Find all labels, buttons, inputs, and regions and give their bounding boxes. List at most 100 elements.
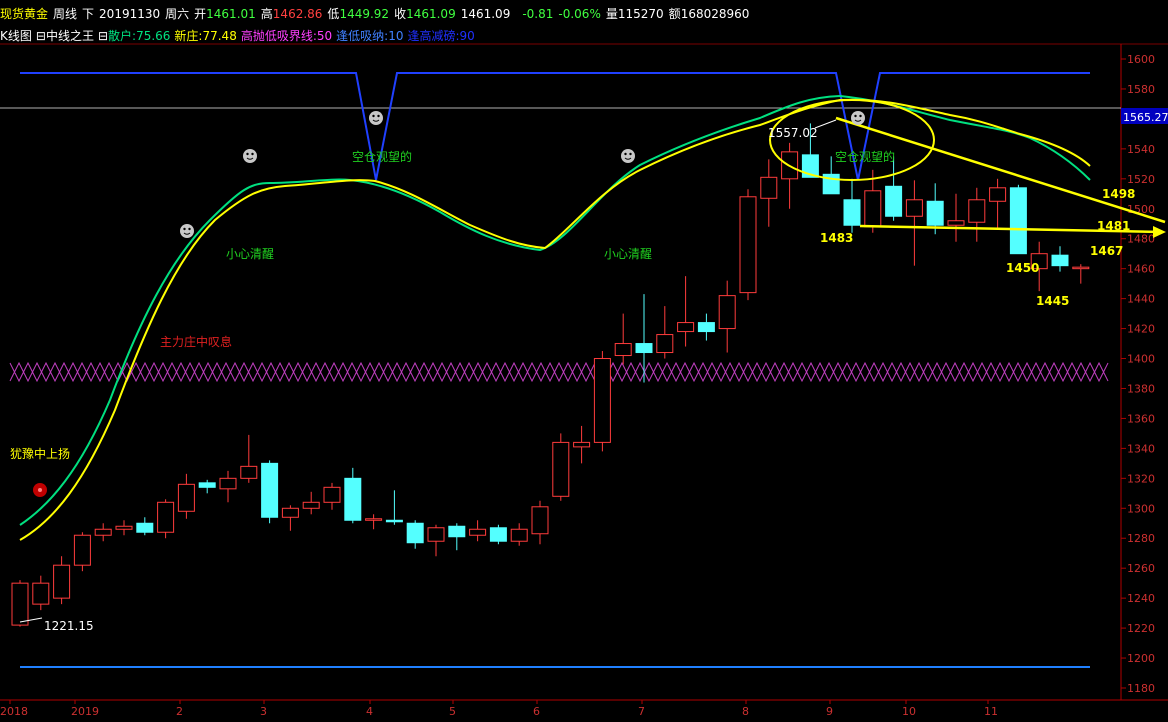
candle-body bbox=[365, 518, 383, 521]
current-price-value: 1565.27 bbox=[1123, 111, 1168, 124]
signal-careful-1: 小心清醒 bbox=[226, 247, 274, 261]
high-low-zigzag-band bbox=[9, 361, 1109, 383]
smiley-icon bbox=[851, 111, 865, 125]
max-price-label: 1557.02 bbox=[768, 126, 818, 140]
kline-chart[interactable]: 1600158015601540152015001480146014401420… bbox=[0, 0, 1168, 722]
price-tick-label: 1580 bbox=[1127, 83, 1155, 96]
time-tick-label: 4 bbox=[366, 705, 373, 718]
price-tick-label: 1380 bbox=[1127, 382, 1155, 395]
support-arrow-head bbox=[1153, 226, 1166, 238]
time-tick-label: 2 bbox=[176, 705, 183, 718]
candle-body bbox=[344, 477, 362, 521]
price-tick-label: 1600 bbox=[1127, 53, 1155, 66]
candle-body bbox=[427, 527, 445, 542]
candle-body bbox=[864, 190, 882, 228]
candle-body bbox=[323, 486, 341, 503]
price-axis: 1600158015601540152015001480146014401420… bbox=[1121, 53, 1155, 695]
price-label-1450: 1450 bbox=[1006, 261, 1039, 275]
min-price-label: 1221.15 bbox=[44, 619, 94, 633]
candle-body bbox=[593, 358, 611, 443]
price-tick-label: 1220 bbox=[1127, 622, 1155, 635]
candle-body bbox=[677, 322, 695, 333]
price-tick-label: 1400 bbox=[1127, 353, 1155, 366]
candle-body bbox=[1051, 254, 1069, 267]
price-tick-label: 1280 bbox=[1127, 532, 1155, 545]
candle-body bbox=[968, 199, 986, 223]
candle-body bbox=[261, 462, 279, 518]
candle-body bbox=[614, 343, 632, 357]
candle-body bbox=[11, 582, 29, 626]
candle-body bbox=[406, 522, 424, 544]
candle-body bbox=[469, 528, 487, 536]
candle-body bbox=[885, 185, 903, 217]
candle-body bbox=[531, 506, 549, 535]
candle-body bbox=[448, 525, 466, 538]
red-dot-icon bbox=[33, 483, 47, 497]
candle-body bbox=[302, 501, 320, 509]
candle-body bbox=[489, 527, 507, 542]
candle-body bbox=[240, 465, 258, 479]
signal-careful-2: 小心清醒 bbox=[604, 247, 652, 261]
time-tick-label: 10 bbox=[902, 705, 916, 718]
candle-body bbox=[905, 199, 923, 217]
candle-body bbox=[177, 483, 195, 512]
price-tick-label: 1460 bbox=[1127, 263, 1155, 276]
candle-body bbox=[73, 534, 91, 566]
time-axis: 2018 2019 2 3 4 5 6 7 8 9 10 11 bbox=[0, 700, 998, 718]
time-tick-label: 3 bbox=[260, 705, 267, 718]
time-tick-label: 8 bbox=[742, 705, 749, 718]
smiley-icon bbox=[180, 224, 194, 238]
time-tick-label: 2019 bbox=[71, 705, 99, 718]
price-tick-label: 1200 bbox=[1127, 652, 1155, 665]
candle-body bbox=[510, 528, 528, 542]
signal-empty-2: 空仓观望的 bbox=[835, 149, 895, 164]
time-tick-label: 2018 bbox=[0, 705, 28, 718]
candle-body bbox=[1009, 187, 1027, 255]
price-label-1498: 1498 bbox=[1102, 187, 1135, 201]
candle-body bbox=[157, 501, 175, 533]
price-tick-label: 1180 bbox=[1127, 682, 1155, 695]
price-tick-label: 1480 bbox=[1127, 233, 1155, 246]
candle-body bbox=[843, 199, 861, 226]
candle-body bbox=[94, 528, 112, 536]
price-label-1467: 1467 bbox=[1090, 244, 1123, 258]
price-tick-label: 1540 bbox=[1127, 143, 1155, 156]
candle-body bbox=[739, 196, 757, 294]
signal-dealer-breath: 主力庄中叹息 bbox=[160, 334, 232, 349]
price-tick-label: 1420 bbox=[1127, 323, 1155, 336]
candle-body bbox=[115, 525, 133, 530]
candle-body bbox=[53, 564, 71, 599]
price-label-1445: 1445 bbox=[1036, 294, 1069, 308]
price-label-1481: 1481 bbox=[1097, 219, 1130, 233]
price-tick-label: 1360 bbox=[1127, 412, 1155, 425]
time-tick-label: 7 bbox=[638, 705, 645, 718]
time-tick-label: 9 bbox=[826, 705, 833, 718]
time-tick-label: 6 bbox=[533, 705, 540, 718]
candle-body bbox=[573, 441, 591, 448]
candle-body bbox=[32, 582, 50, 605]
price-tick-label: 1240 bbox=[1127, 592, 1155, 605]
candles bbox=[11, 123, 1090, 627]
price-tick-label: 1340 bbox=[1127, 442, 1155, 455]
price-tick-label: 1260 bbox=[1127, 562, 1155, 575]
candle-body bbox=[281, 507, 299, 518]
candle-body bbox=[718, 295, 736, 330]
smiley-icon bbox=[369, 111, 383, 125]
smiley-icon bbox=[621, 149, 635, 163]
candle-body bbox=[1072, 266, 1090, 270]
price-tick-label: 1440 bbox=[1127, 293, 1155, 306]
time-tick-label: 5 bbox=[449, 705, 456, 718]
candle-body bbox=[656, 334, 674, 354]
candle-body bbox=[697, 322, 715, 333]
smiley-icon bbox=[243, 149, 257, 163]
candle-body bbox=[136, 522, 154, 533]
time-tick-label: 11 bbox=[984, 705, 998, 718]
candle-body bbox=[219, 477, 237, 490]
price-label-1483: 1483 bbox=[820, 231, 853, 245]
candle-body bbox=[947, 220, 965, 226]
price-tick-label: 1300 bbox=[1127, 502, 1155, 515]
candle-body bbox=[635, 343, 653, 354]
price-tick-label: 1320 bbox=[1127, 472, 1155, 485]
candle-body bbox=[760, 176, 778, 199]
price-tick-label: 1520 bbox=[1127, 173, 1155, 186]
